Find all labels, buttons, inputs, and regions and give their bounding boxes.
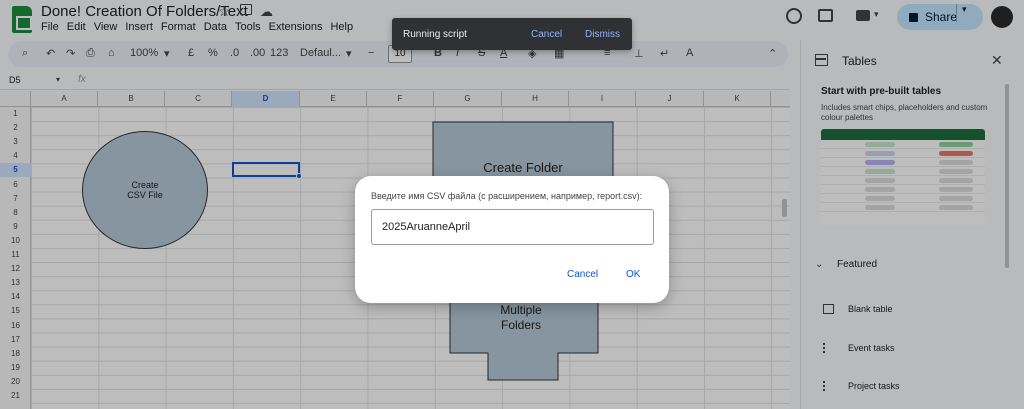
toast-dismiss-button[interactable]: Dismiss — [585, 29, 620, 40]
toast-cancel-button[interactable]: Cancel — [531, 29, 562, 40]
toast-message: Running script — [403, 29, 467, 40]
dialog-ok-button[interactable]: OK — [626, 269, 640, 280]
csv-filename-input[interactable] — [371, 209, 654, 245]
running-script-toast: Running script Cancel Dismiss — [392, 18, 632, 50]
dialog-prompt: Введите имя CSV файла (с расширением, на… — [371, 191, 643, 201]
dialog-cancel-button[interactable]: Cancel — [567, 269, 598, 280]
csv-filename-dialog: Введите имя CSV файла (с расширением, на… — [355, 176, 669, 303]
